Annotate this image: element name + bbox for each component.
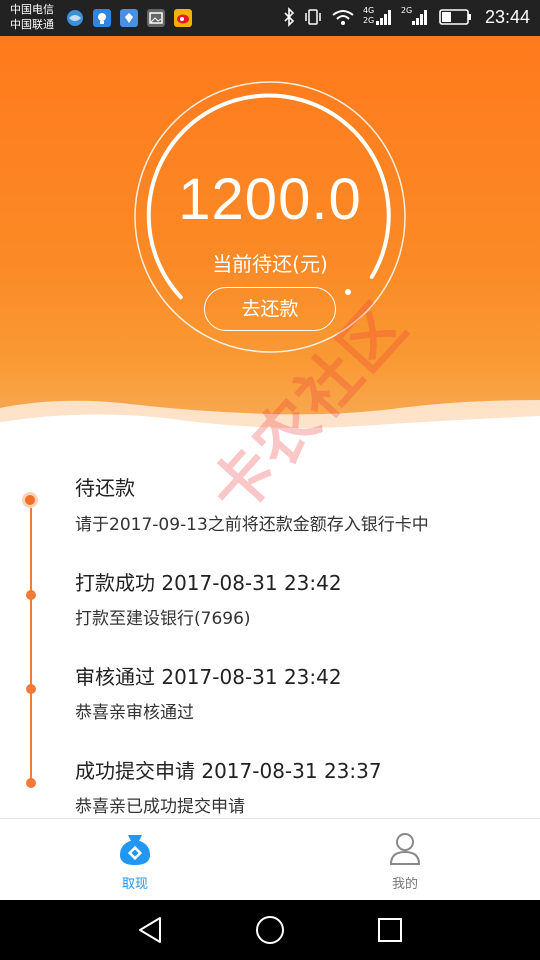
system-navigation bbox=[0, 900, 540, 960]
weibo-icon bbox=[174, 9, 192, 27]
image-icon bbox=[147, 9, 165, 27]
user-icon bbox=[389, 833, 421, 865]
status-bar: 中国电信 中国联通 4G 2G 2G 23:44 bbox=[0, 0, 540, 36]
globe-icon bbox=[66, 9, 84, 27]
timeline-dot bbox=[26, 778, 36, 788]
carrier-info: 中国电信 中国联通 bbox=[10, 2, 54, 32]
tab-withdraw[interactable]: 取现 bbox=[0, 819, 270, 901]
timeline-dot bbox=[26, 684, 36, 694]
vibrate-icon bbox=[305, 9, 321, 25]
pending-amount: 1200.0 bbox=[178, 167, 362, 232]
tab-withdraw-label: 取现 bbox=[121, 877, 148, 892]
status-right: 4G 2G 2G 23:44 bbox=[283, 6, 530, 28]
timeline-dot bbox=[26, 590, 36, 600]
carrier-2: 中国联通 bbox=[10, 18, 54, 31]
money-bag-icon bbox=[120, 835, 150, 865]
app-icon bbox=[93, 9, 111, 27]
event-title: 审核通过 2017-08-31 23:42 bbox=[75, 665, 342, 689]
wifi-icon bbox=[332, 10, 354, 25]
carrier-1: 中国电信 bbox=[10, 3, 54, 16]
bluetooth-icon bbox=[284, 7, 295, 27]
timeline-line bbox=[30, 500, 32, 784]
tab-mine-label: 我的 bbox=[391, 877, 418, 892]
signal-icon: 2G bbox=[401, 6, 431, 28]
battery-icon bbox=[439, 9, 471, 25]
event-title: 打款成功 2017-08-31 23:42 bbox=[75, 571, 342, 595]
home-icon[interactable] bbox=[254, 914, 286, 946]
pending-amount-label: 当前待还(元) bbox=[212, 252, 328, 276]
back-icon[interactable] bbox=[136, 914, 166, 946]
tab-mine[interactable]: 我的 bbox=[270, 819, 540, 901]
timeline-dot-current bbox=[22, 492, 38, 508]
app-icon bbox=[120, 9, 138, 27]
event-detail: 打款至建设银行(7696) bbox=[75, 609, 251, 629]
event-title: 待还款 bbox=[75, 476, 135, 500]
notification-icons bbox=[66, 9, 192, 27]
recent-apps-icon[interactable] bbox=[376, 914, 404, 946]
signal-icon: 4G 2G bbox=[363, 6, 393, 28]
bottom-navigation: 取现 我的 bbox=[0, 818, 540, 900]
event-detail: 恭喜亲已成功提交申请 bbox=[75, 797, 245, 817]
event-title: 成功提交申请 2017-08-31 23:37 bbox=[75, 759, 382, 783]
event-detail: 恭喜亲审核通过 bbox=[75, 703, 194, 723]
clock: 23:44 bbox=[484, 6, 530, 27]
